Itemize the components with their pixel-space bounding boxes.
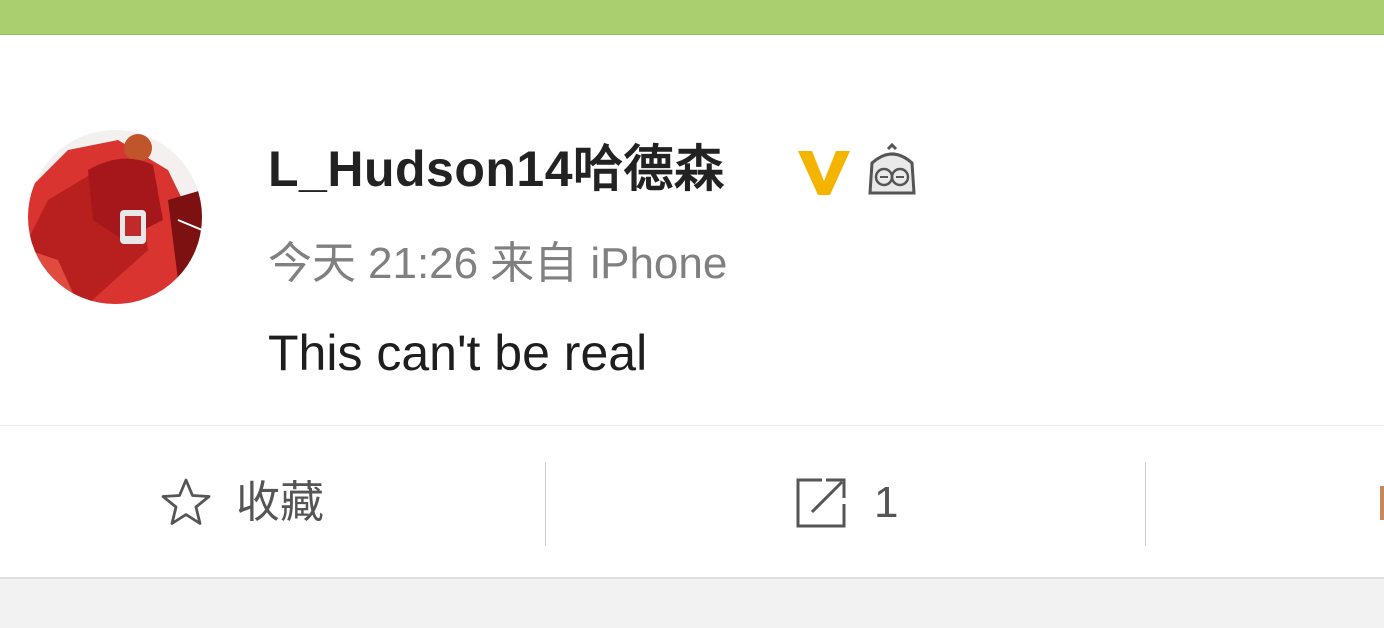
- star-outline-icon: [158, 475, 214, 531]
- verified-v-icon: [796, 147, 852, 197]
- post-text: This can't be real: [268, 325, 648, 381]
- action-divider: [545, 462, 546, 546]
- post-meta: 今天 21:26 来自 iPhone: [268, 237, 739, 291]
- username[interactable]: L_Hudson14哈德森: [268, 139, 725, 199]
- share-square-arrow-icon: [792, 474, 850, 532]
- favorite-label: 收藏: [236, 478, 324, 527]
- post-action-bar: 收藏 1: [0, 425, 1384, 578]
- repost-button[interactable]: 1: [792, 474, 898, 532]
- member-badge-icon[interactable]: [864, 142, 920, 199]
- user-avatar[interactable]: [28, 130, 202, 304]
- post-source: 来自 iPhone: [490, 239, 728, 288]
- action-divider: [1145, 462, 1146, 546]
- post-date: 今天: [268, 239, 356, 288]
- truncated-action-edge: [1380, 486, 1384, 520]
- repost-count: 1: [874, 478, 899, 527]
- favorite-button[interactable]: 收藏: [158, 474, 324, 532]
- post-time: 21:26: [368, 239, 479, 288]
- weibo-post-card: L_Hudson14哈德森 今天 21:26 来自 iPhone This can'…: [0, 35, 1384, 579]
- top-header-bar: [0, 0, 1384, 35]
